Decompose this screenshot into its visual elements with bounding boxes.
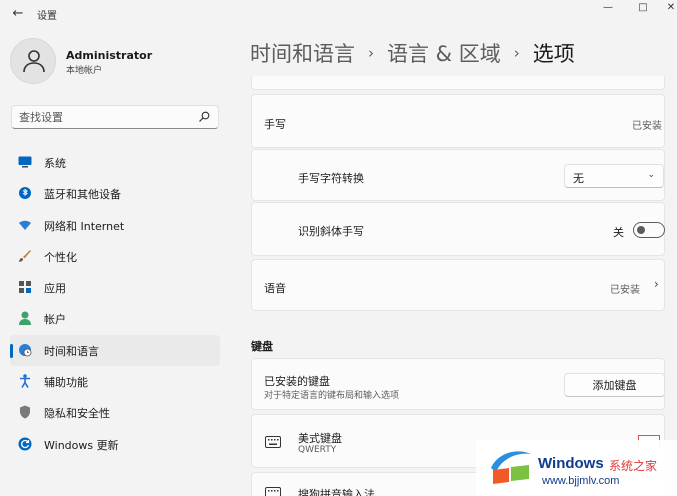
- sidebar-item-accounts[interactable]: 帐户: [10, 303, 220, 334]
- toggle-knob: [637, 226, 645, 234]
- sidebar-item-label: 隐私和安全性: [44, 407, 110, 421]
- search-box[interactable]: [11, 105, 219, 129]
- apps-icon: [18, 280, 32, 294]
- handwriting-conversion-row: 手写字符转换 无 ⌄: [251, 149, 665, 201]
- dropdown-value: 无: [573, 172, 584, 185]
- add-keyboard-button[interactable]: 添加键盘: [564, 373, 665, 397]
- update-icon: [18, 437, 32, 451]
- italic-handwriting-row: 识别斜体手写 关: [251, 202, 665, 256]
- chevron-right-icon: ›: [654, 277, 659, 291]
- sidebar-item-label: 辅助功能: [44, 376, 88, 390]
- user-profile[interactable]: Administrator 本地帐户: [10, 38, 220, 84]
- monitor-icon: [18, 155, 32, 169]
- installed-keyboards-description: 对于特定语言的键布局和输入选项: [264, 391, 400, 401]
- sidebar-item-windows-update[interactable]: Windows 更新: [10, 429, 220, 460]
- sidebar-item-time-language[interactable]: 时间和语言: [10, 334, 220, 367]
- sidebar-item-personalization[interactable]: 个性化: [10, 241, 220, 272]
- brush-icon: [18, 249, 32, 263]
- sidebar-item-label: 蓝牙和其他设备: [44, 188, 121, 202]
- sidebar-item-accessibility[interactable]: 辅助功能: [10, 366, 220, 397]
- back-button[interactable]: ←: [9, 5, 27, 21]
- search-input[interactable]: [19, 110, 189, 124]
- wifi-icon: [18, 218, 32, 232]
- keyboard-section-title: 键盘: [251, 340, 273, 353]
- handwriting-conversion-dropdown[interactable]: 无 ⌄: [564, 164, 664, 188]
- shield-icon: [18, 405, 32, 419]
- previous-card-edge: [251, 76, 665, 90]
- bluetooth-icon: [18, 186, 32, 200]
- watermark: Windows 系统之家 www.bjjmlv.com: [476, 440, 677, 496]
- search-icon[interactable]: [198, 111, 210, 123]
- handwriting-label: 手写: [264, 118, 286, 131]
- sidebar-item-label: 应用: [44, 282, 66, 296]
- watermark-tagline: 系统之家: [609, 459, 658, 473]
- toggle-state-label: 关: [613, 226, 624, 239]
- chevron-down-icon: ⌄: [647, 170, 655, 180]
- accessibility-icon: [18, 374, 32, 388]
- sidebar-item-bluetooth[interactable]: 蓝牙和其他设备: [10, 178, 220, 209]
- italic-handwriting-label: 识别斜体手写: [298, 225, 364, 238]
- person-icon: [18, 311, 32, 326]
- keyboard-icon: [265, 487, 281, 496]
- handwriting-card[interactable]: 手写 已安装: [251, 94, 665, 148]
- watermark-brand: Windows: [538, 455, 604, 472]
- sidebar-item-apps[interactable]: 应用: [10, 272, 220, 303]
- speech-label: 语音: [264, 282, 286, 295]
- sidebar-item-label: 个性化: [44, 250, 77, 264]
- windows-logo-icon: [491, 451, 531, 484]
- sidebar-item-privacy[interactable]: 隐私和安全性: [10, 397, 220, 428]
- installed-keyboards-card: 已安装的键盘 对于特定语言的键布局和输入选项 添加键盘: [251, 358, 665, 410]
- globe-clock-icon: [18, 343, 32, 357]
- watermark-url: www.bjjmlv.com: [542, 475, 620, 487]
- person-icon: [23, 50, 45, 73]
- back-arrow-icon: ←: [12, 5, 24, 21]
- handwriting-conversion-label: 手写字符转换: [298, 172, 364, 185]
- sidebar-item-label: Windows 更新: [44, 438, 119, 452]
- sidebar-item-system[interactable]: 系统: [10, 147, 220, 178]
- sidebar-item-network[interactable]: 网络和 Internet: [10, 210, 220, 241]
- sidebar-nav: 系统 蓝牙和其他设备 网络和 Internet 个性化 应用 帐户 时间和语言 …: [10, 147, 220, 460]
- window-title: 设置: [37, 11, 57, 22]
- keyboard-name: 美式键盘: [298, 432, 342, 445]
- keyboard-layout: QWERTY: [298, 445, 337, 455]
- sidebar-item-label: 网络和 Internet: [44, 219, 125, 233]
- keyboard-icon: [265, 436, 281, 448]
- speech-card[interactable]: 语音 已安装 ›: [251, 259, 665, 311]
- handwriting-status: 已安装: [632, 121, 662, 132]
- user-name: Administrator: [66, 49, 153, 62]
- installed-keyboards-label: 已安装的键盘: [264, 375, 330, 388]
- content-pane: 手写 已安装 手写字符转换 无 ⌄ 识别斜体手写 关 语音 已安装 › 键盘 已…: [251, 0, 677, 496]
- speech-status: 已安装: [610, 285, 640, 296]
- sidebar-item-label: 时间和语言: [44, 344, 99, 358]
- account-type: 本地帐户: [66, 66, 103, 76]
- italic-handwriting-toggle[interactable]: [633, 222, 665, 238]
- avatar: [10, 38, 56, 84]
- sidebar-item-label: 系统: [44, 157, 66, 170]
- keyboard-name: 搜狗拼音输入法: [298, 488, 375, 496]
- sidebar-item-label: 帐户: [44, 313, 66, 327]
